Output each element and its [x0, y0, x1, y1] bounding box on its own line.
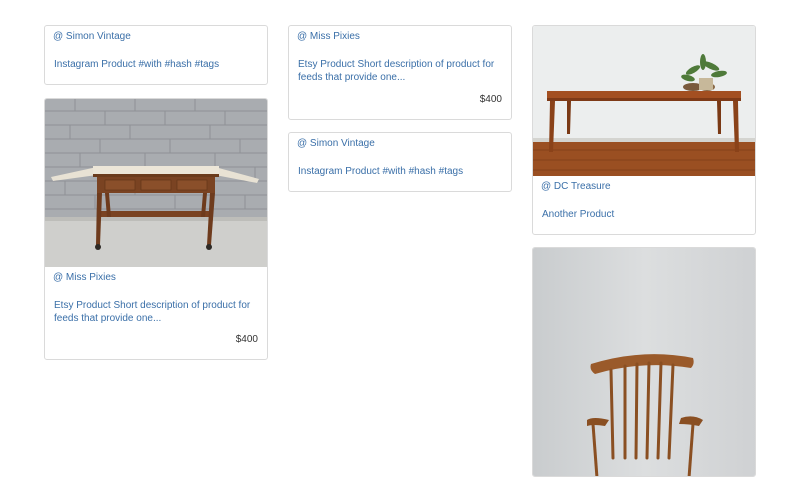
- card-source-link[interactable]: @ Simon Vintage: [53, 31, 267, 43]
- feed-card-simon-vintage-1[interactable]: @ Simon Vintage Instagram Product #with …: [44, 25, 268, 85]
- feed-card-miss-pixies-2[interactable]: @ Miss Pixies Etsy Product Short descrip…: [288, 25, 512, 120]
- feed-card-miss-pixies-1[interactable]: @ Miss Pixies Etsy Product Short descrip…: [44, 98, 268, 360]
- spindle-chair-image: [533, 248, 755, 476]
- card-source-link[interactable]: @ Miss Pixies: [53, 272, 267, 284]
- card-price: $400: [479, 94, 502, 105]
- card-description[interactable]: Etsy Product Short description of produc…: [54, 299, 258, 325]
- feed-card-chair[interactable]: [532, 247, 756, 477]
- card-source-link[interactable]: @ Miss Pixies: [297, 31, 511, 43]
- teak-bench-image: [533, 26, 755, 176]
- feed-card-simon-vintage-2[interactable]: @ Simon Vintage Instagram Product #with …: [288, 132, 512, 192]
- card-source-link[interactable]: @ Simon Vintage: [297, 138, 511, 150]
- teak-bench-with-plant-photo[interactable]: [533, 26, 755, 176]
- card-description[interactable]: Instagram Product #with #hash #tags: [54, 58, 258, 71]
- folding-serving-cart-image: [45, 99, 267, 267]
- card-price: $400: [235, 334, 258, 345]
- card-description[interactable]: Instagram Product #with #hash #tags: [298, 165, 502, 178]
- card-source-link[interactable]: @ DC Treasure: [541, 181, 755, 193]
- folding-serving-cart-photo[interactable]: [45, 99, 267, 267]
- card-description[interactable]: Etsy Product Short description of produc…: [298, 58, 502, 84]
- card-description[interactable]: Another Product: [542, 208, 746, 221]
- feed-card-dc-treasure[interactable]: @ DC Treasure Another Product: [532, 25, 756, 235]
- wooden-spindle-chair-photo[interactable]: [533, 248, 755, 476]
